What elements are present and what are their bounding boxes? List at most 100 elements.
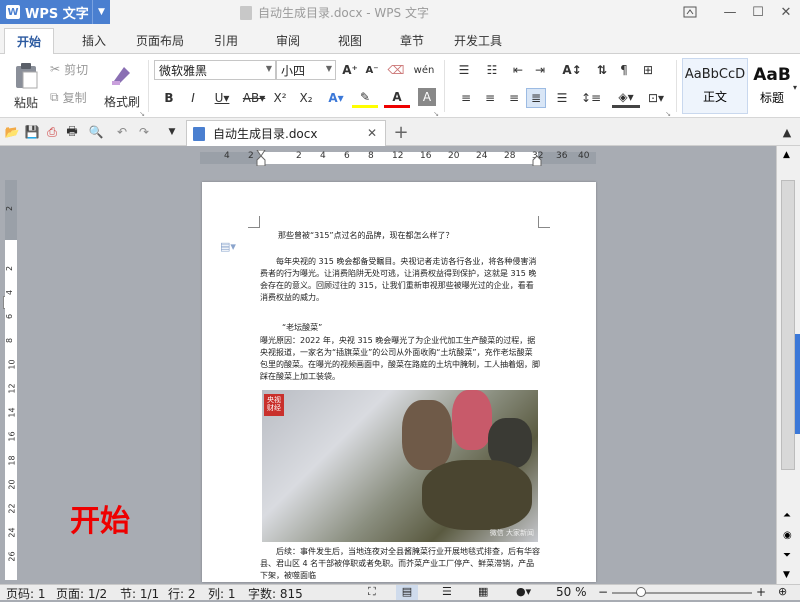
distributed-icon[interactable]: ☰ [552,88,572,108]
line-spacing-icon[interactable]: ↕≡ [578,88,604,108]
save-icon[interactable]: 💾 [24,124,40,140]
minimize-button[interactable]: — [716,0,744,24]
indent-marker-icon[interactable] [256,150,266,166]
sort-icon[interactable]: ⇅ [592,60,612,80]
tab-review[interactable]: 审阅 [276,32,300,49]
right-indent-marker-icon[interactable] [532,150,542,166]
full-screen-view-icon[interactable]: ⛶ [368,585,376,599]
underline-icon[interactable]: U▾ [208,88,236,108]
style-heading[interactable]: AaB 标题 [750,58,794,114]
undo-icon[interactable]: ↶ [114,124,130,140]
cut-button[interactable]: ✂ 剪切 [50,60,88,78]
tab-developer[interactable]: 开发工具 [454,32,502,49]
subscript-icon[interactable]: X₂ [296,88,316,108]
print-preview-icon[interactable]: 🔍 [88,124,104,140]
zoom-level[interactable]: 50 % [556,585,587,599]
style-normal[interactable]: AaBbCcD 正文 [682,58,748,114]
restore-ribbon-button[interactable] [676,0,704,24]
bullets-icon[interactable]: ☰ [452,60,476,80]
pinyin-guide-icon[interactable]: wén [410,60,438,80]
change-case-icon[interactable]: A↕ [558,60,586,80]
numbering-icon[interactable]: ☷ [480,60,504,80]
bold-icon[interactable]: B [160,88,178,108]
fit-icon[interactable]: ⊕ [778,585,787,598]
paste-button[interactable]: 粘贴 [6,58,46,114]
page-view-icon[interactable]: ▤ [396,585,418,600]
format-painter-button[interactable]: 格式刷 [102,58,142,114]
clipboard-dialog-launcher-icon[interactable]: ↘ [138,110,146,118]
maximize-button[interactable]: ☐ [744,0,772,24]
align-left-icon[interactable]: ≡ [456,88,476,108]
font-size-select[interactable]: 小四 ▼ [276,60,336,80]
zoom-in-icon[interactable]: + [756,585,766,599]
zoom-slider[interactable] [612,587,752,597]
align-justify-icon[interactable]: ≣ [526,88,546,108]
font-dialog-launcher-icon[interactable]: ↘ [432,110,440,118]
paragraph-dialog-launcher-icon[interactable]: ↘ [664,110,672,118]
align-center-icon[interactable]: ≡ [480,88,500,108]
tab-references[interactable]: 引用 [214,32,238,49]
close-button[interactable]: ✕ [772,0,800,24]
document-page[interactable]: ▤▾ 那些曾被“315”点过名的品牌，现在都怎么样了？ 每年央视的 315 晚会… [202,182,596,582]
ruler-tick: 24 [7,527,17,538]
page-down-icon[interactable]: ⏷ [783,550,791,561]
redo-icon[interactable]: ↷ [136,124,152,140]
page-corner-mark [538,216,550,228]
zoom-slider-thumb[interactable] [636,587,646,597]
scroll-up-icon[interactable]: ▲ [783,150,790,160]
outline-view-icon[interactable]: ☰ [442,585,452,598]
tab-view[interactable]: 视图 [338,32,362,49]
ribbon-collapse-icon[interactable]: ▲ [778,122,796,142]
chevron-down-icon[interactable]: ▼ [92,0,110,24]
print-icon[interactable]: 🖶 [64,124,80,140]
select-browse-icon[interactable]: ◉ [783,530,792,541]
scrollbar-thumb[interactable] [781,180,795,470]
customize-qat-icon[interactable]: ▼ [164,124,180,140]
new-tab-icon[interactable]: + [392,122,410,143]
strikethrough-icon[interactable]: AB▾ [240,88,268,108]
ruler-tick: 2 [248,151,254,161]
side-panel-toggle[interactable] [795,334,800,434]
web-view-icon[interactable]: ▦ [478,585,488,598]
open-folder-icon[interactable]: 📂 [4,124,20,140]
page-up-icon[interactable]: ⏶ [783,510,791,521]
wps-menu-button[interactable]: W WPS 文字 ▼ [0,0,110,24]
align-right-icon[interactable]: ≡ [504,88,524,108]
vertical-ruler[interactable]: 2 2 4 6 8 10 12 14 16 18 20 22 24 26 [5,180,17,580]
style-scroll-icon[interactable]: ▾ [790,80,800,94]
show-marks-icon[interactable]: ¶ [614,60,634,80]
text-effect-icon[interactable]: A▾ [324,88,348,108]
paragraph-handle-icon[interactable]: ▤▾ [220,240,236,253]
highlight-icon[interactable]: ✎ [352,88,378,108]
zoom-out-icon[interactable]: − [598,585,608,599]
document-photo[interactable]: 央视财经 微信 大家新闻 [262,390,538,542]
separator [676,60,677,112]
char-shading-icon[interactable]: A [418,88,436,106]
font-name-select[interactable]: 微软雅黑 ▼ [154,60,276,80]
italic-icon[interactable]: I [184,88,202,108]
outdent-icon[interactable]: ⇤ [508,60,528,80]
shrink-font-icon[interactable]: A⁻ [362,60,382,80]
copy-button[interactable]: ⧉ 复制 [50,88,87,106]
document-tab[interactable]: 自动生成目录.docx ✕ [186,120,386,146]
clear-format-icon[interactable]: ⌫ [386,60,406,80]
scroll-down-icon[interactable]: ▼ [783,570,790,580]
close-tab-icon[interactable]: ✕ [367,126,377,140]
reading-view-icon[interactable]: ●▾ [516,585,531,598]
grow-font-icon[interactable]: A⁺ [340,60,360,80]
indent-icon[interactable]: ⇥ [530,60,550,80]
horizontal-ruler[interactable]: 4 2 2 4 6 8 12 16 20 24 28 32 36 40 [200,150,596,166]
tab-page-layout[interactable]: 页面布局 [136,32,184,49]
ruler-tick: 2 [5,265,15,272]
tab-chapter[interactable]: 章节 [400,32,424,49]
superscript-icon[interactable]: X² [270,88,290,108]
doc-paragraph: 每年央视的 315 晚会都备受瞩目。央视记者走访各行各业，将各种侵害消费者的行为… [260,257,537,302]
font-color-icon[interactable]: A [384,88,410,108]
document-icon [240,5,252,20]
export-pdf-icon[interactable]: ⎙ [44,124,60,140]
shading-icon[interactable]: ◈▾ [612,88,640,108]
table-icon[interactable]: ⊞ [638,60,658,80]
borders-icon[interactable]: ⊡▾ [644,88,668,108]
tab-insert[interactable]: 插入 [82,32,106,49]
tab-home[interactable]: 开始 [4,28,55,55]
